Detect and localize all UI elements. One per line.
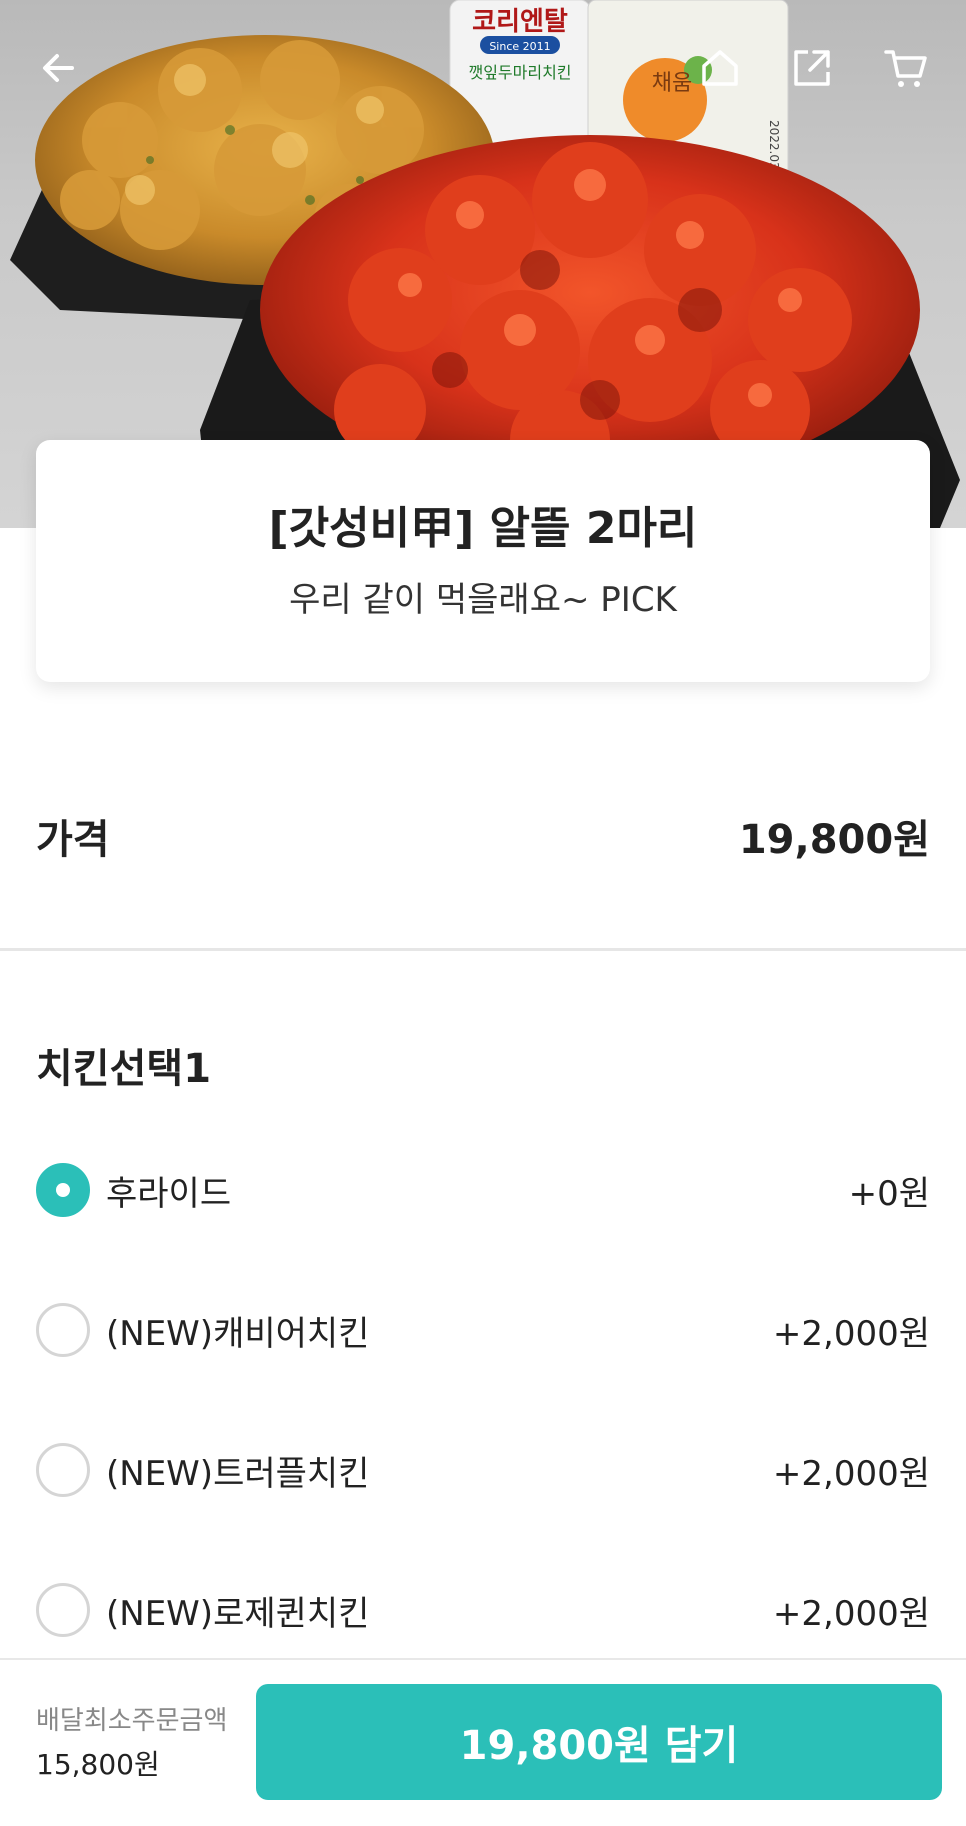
radio-icon[interactable] — [36, 1303, 90, 1357]
share-icon — [794, 50, 830, 86]
option-item[interactable]: (NEW)로제퀸치킨 +2,000원 — [36, 1578, 930, 1642]
min-order-value: 15,800원 — [36, 1748, 160, 1781]
option-item[interactable]: (NEW)캐비어치킨 +2,000원 — [36, 1298, 930, 1362]
option-group-title: 치킨선택1 — [36, 1046, 212, 1092]
radio-icon[interactable] — [36, 1583, 90, 1637]
radio-icon[interactable] — [36, 1443, 90, 1497]
option-label: (NEW)캐비어치킨 — [106, 1313, 370, 1354]
product-info-card: [갓성비甲] 알뜰 2마리 우리 같이 먹을래요~ PICK — [36, 440, 930, 682]
option-price: +0원 — [848, 1173, 930, 1214]
option-label: (NEW)트러플치킨 — [106, 1453, 370, 1494]
price-label: 가격 — [36, 817, 110, 863]
package-brand-text: 코리엔탈 — [472, 7, 568, 37]
home-icon — [702, 50, 738, 86]
home-button[interactable] — [688, 36, 752, 100]
section-divider — [0, 948, 966, 951]
product-detail-screen: 코리엔탈 Since 2011 깻잎두마리치킨 채움 2022.03.21 [갓… — [0, 0, 966, 1826]
option-price: +2,000원 — [772, 1313, 930, 1354]
add-to-cart-button[interactable]: 19,800원 담기 — [256, 1684, 942, 1800]
min-order-label: 배달최소주문금액 — [36, 1706, 228, 1736]
back-button[interactable] — [26, 36, 90, 100]
option-item[interactable]: 후라이드 +0원 — [36, 1158, 930, 1222]
cart-icon — [884, 50, 927, 87]
price-row: 가격 19,800원 — [36, 806, 930, 866]
product-name: [갓성비甲] 알뜰 2마리 — [268, 503, 698, 554]
cart-button[interactable] — [874, 36, 938, 100]
bottom-order-bar: 배달최소주문금액 15,800원 19,800원 담기 — [0, 1658, 966, 1826]
price-value: 19,800원 — [738, 817, 930, 863]
product-description: 우리 같이 먹을래요~ PICK — [289, 580, 677, 620]
package-sub-text: 깻잎두마리치킨 — [468, 63, 571, 82]
back-arrow-icon — [43, 54, 74, 82]
radio-selected-icon[interactable] — [36, 1163, 90, 1217]
option-price: +2,000원 — [772, 1593, 930, 1634]
share-button[interactable] — [780, 36, 844, 100]
option-label: (NEW)로제퀸치킨 — [106, 1593, 370, 1634]
pack-label-text: 채움 — [652, 71, 692, 96]
option-label: 후라이드 — [106, 1173, 232, 1214]
option-price: +2,000원 — [772, 1453, 930, 1494]
min-order-info: 배달최소주문금액 15,800원 — [36, 1700, 227, 1783]
package-since-text: Since 2011 — [489, 40, 550, 53]
option-item[interactable]: (NEW)트러플치킨 +2,000원 — [36, 1438, 930, 1502]
